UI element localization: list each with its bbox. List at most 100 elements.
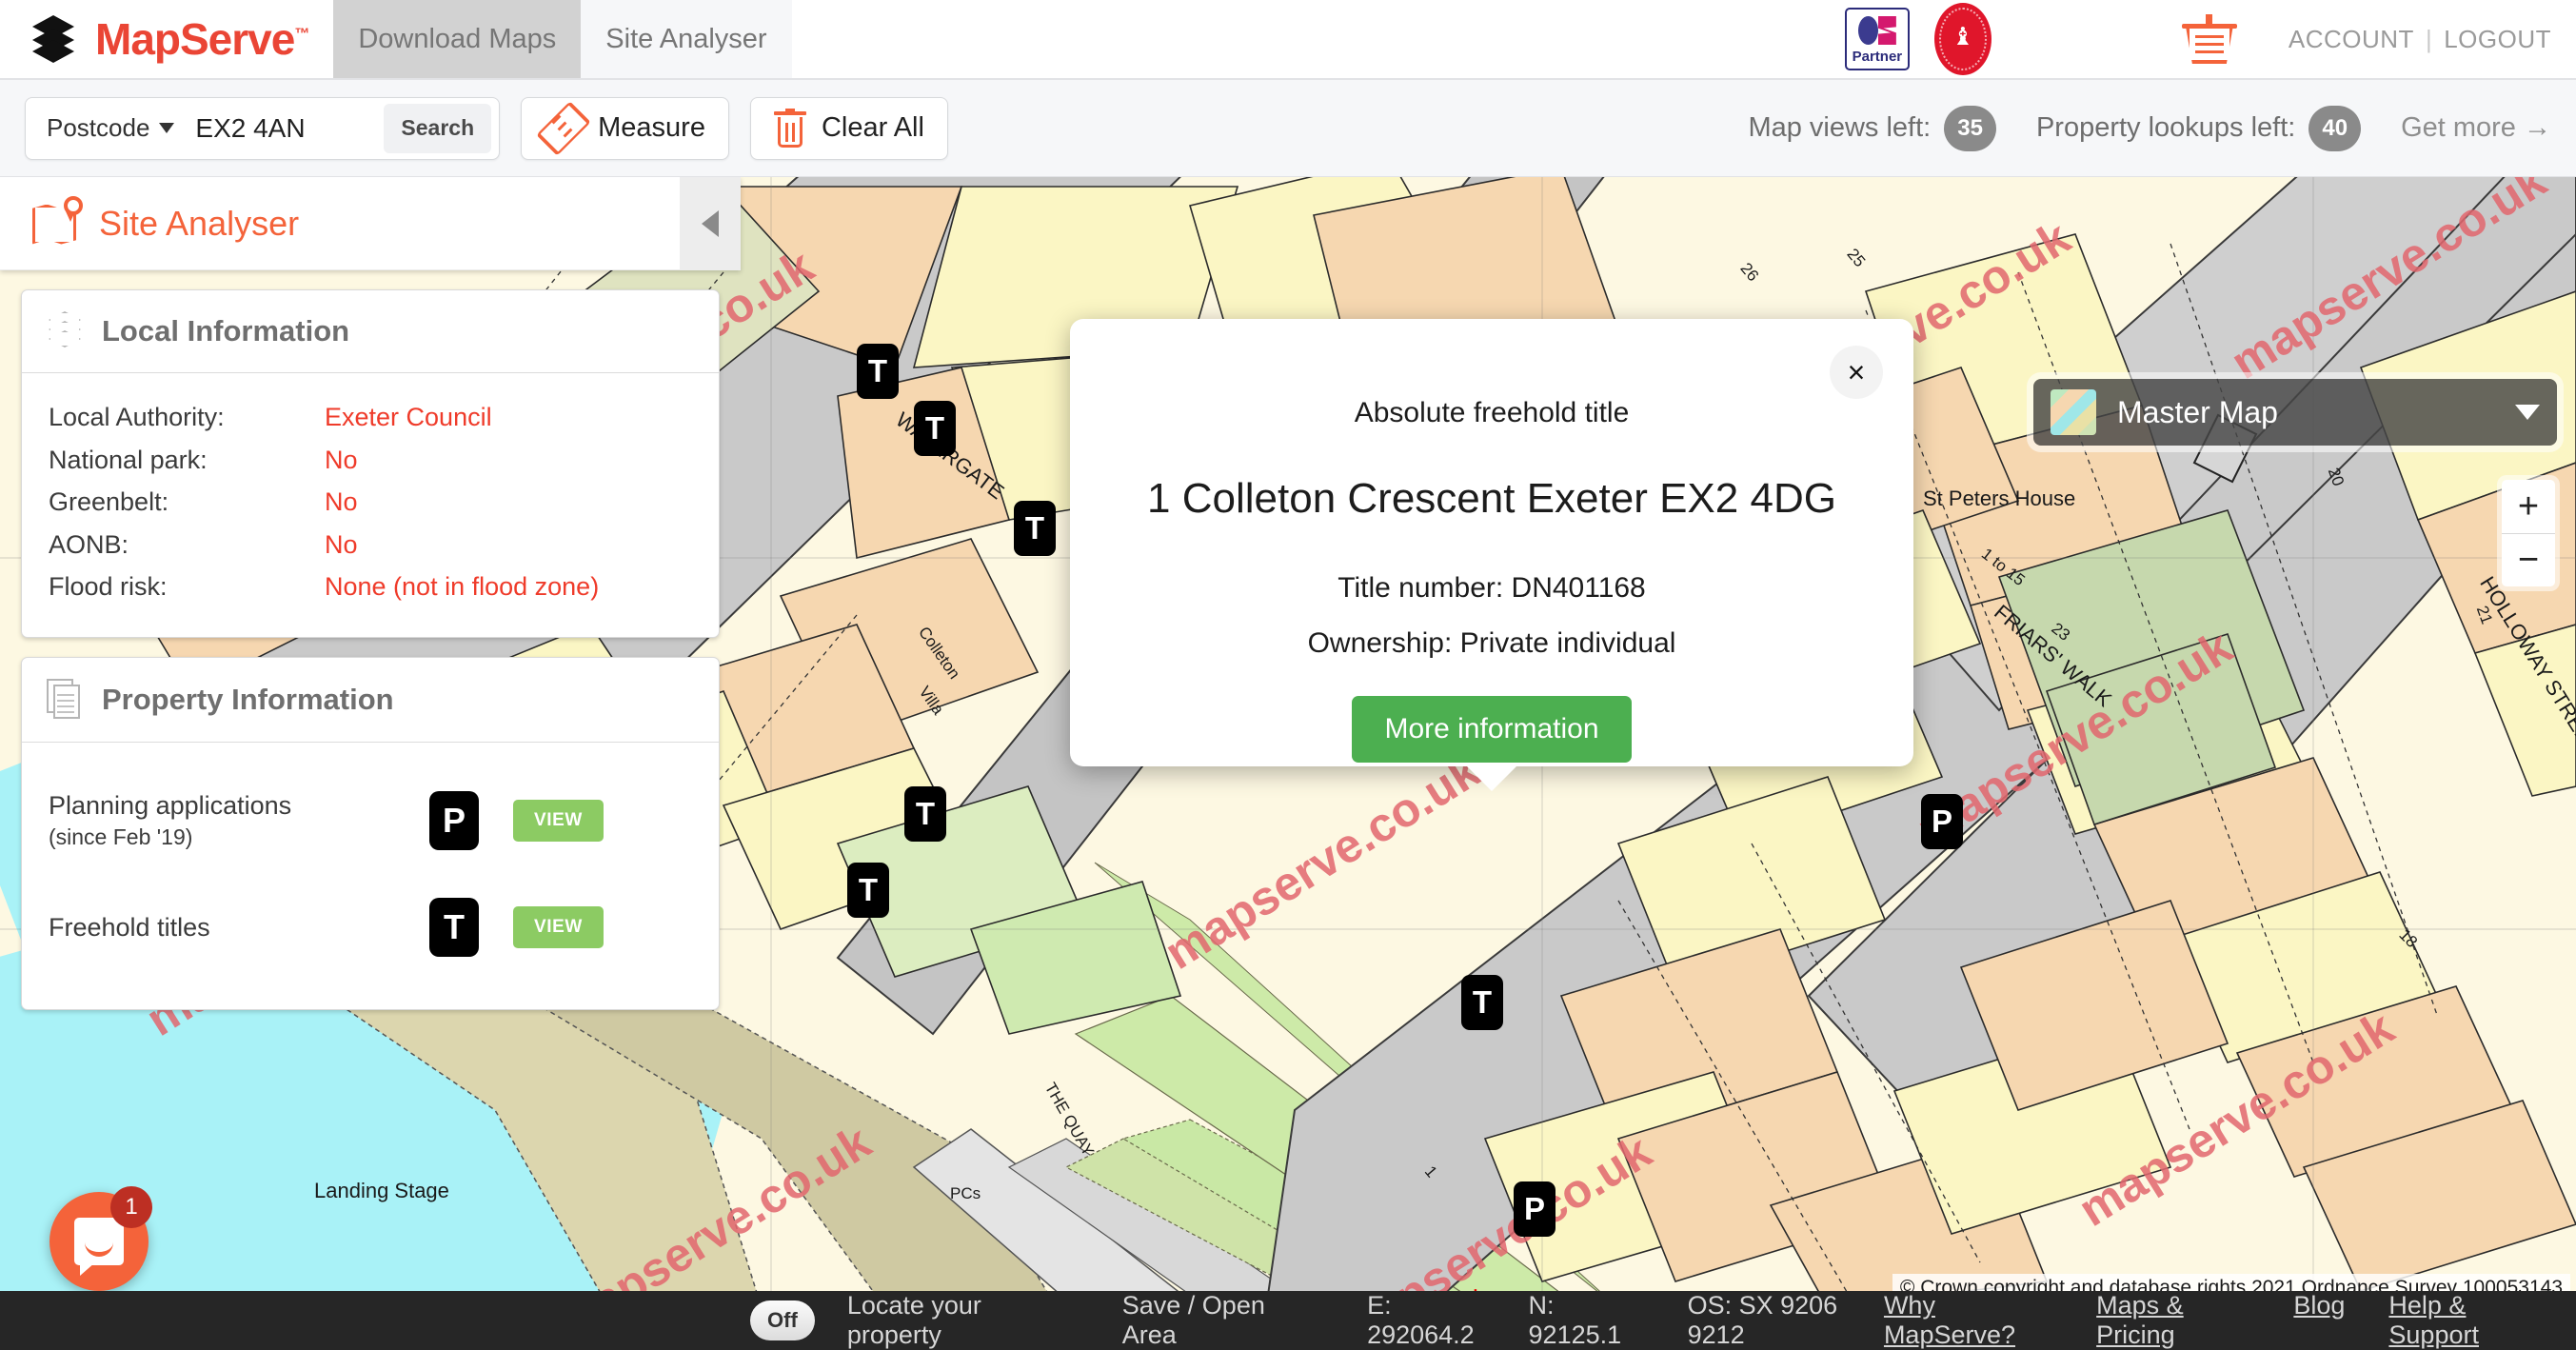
save-open-area-link[interactable]: Save / Open Area	[1122, 1291, 1308, 1350]
info-row: National park: No	[49, 439, 692, 482]
map-toolbar: Postcode Search Measure Clear All	[0, 80, 2576, 177]
get-more-link[interactable]: Get more →	[2401, 112, 2551, 144]
info-row: Greenbelt: No	[49, 481, 692, 524]
documents-icon	[47, 678, 85, 721]
title-popup: × Absolute freehold title 1 Colleton Cre…	[1070, 319, 1913, 791]
chevron-down-icon	[159, 123, 175, 133]
search-type-label: Postcode	[47, 113, 150, 142]
tab-site-analyser[interactable]: Site Analyser	[581, 0, 792, 78]
locate-property-label[interactable]: Locate your property	[847, 1291, 1063, 1350]
basemap-selector[interactable]: Master Map	[2033, 379, 2557, 446]
brand-logo[interactable]: MapServe™	[0, 0, 333, 78]
map-pin-icon	[32, 195, 83, 248]
planning-marker-icon: P	[429, 790, 479, 850]
basemap-label: Master Map	[2117, 394, 2278, 429]
map-views-label: Map views left:	[1748, 112, 1932, 143]
search-input[interactable]	[195, 97, 385, 159]
map-views-meter: Map views left: 35	[1748, 105, 1996, 151]
search-box: Postcode Search	[25, 96, 501, 160]
view-freehold-button[interactable]: VIEW	[513, 905, 604, 948]
map-marker-title[interactable]: T	[1014, 501, 1056, 556]
riba-cpd-seal-icon: ♝	[1933, 3, 1991, 75]
property-information-title: Property Information	[102, 682, 394, 716]
property-row-planning: Planning applications (since Feb '19) P …	[49, 767, 692, 874]
clear-all-label: Clear All	[821, 112, 924, 143]
logout-link[interactable]: LOGOUT	[2444, 25, 2551, 53]
basket-icon[interactable]	[2181, 12, 2237, 66]
map-marker-title[interactable]: T	[914, 401, 956, 456]
tab-download-maps[interactable]: Download Maps	[333, 0, 582, 78]
info-key: National park:	[49, 445, 208, 474]
property-information-body: Planning applications (since Feb '19) P …	[22, 743, 719, 1009]
chevron-down-icon	[2515, 405, 2540, 420]
info-row: AONB: No	[49, 524, 692, 566]
planning-applications-label: Planning applications	[49, 790, 292, 820]
property-row-label: Freehold titles	[49, 910, 429, 944]
blog-link[interactable]: Blog	[2293, 1291, 2345, 1350]
easting-value: E: 292064.2	[1367, 1291, 1475, 1349]
top-navigation-bar: MapServe™ Download Maps Site Analyser Pa…	[0, 0, 2576, 80]
layers-icon	[47, 311, 85, 351]
os-partner-logo-icon: Partner	[1844, 8, 1910, 70]
why-mapserve-link[interactable]: Why MapServe?	[1884, 1291, 2052, 1350]
map-marker-planning[interactable]: P	[1514, 1181, 1556, 1237]
trash-icon	[773, 108, 806, 149]
local-information-title: Local Information	[102, 314, 350, 347]
measure-button[interactable]: Measure	[521, 96, 729, 160]
zoom-in-button[interactable]: +	[2502, 480, 2555, 533]
popup-kicker: Absolute freehold title	[1354, 397, 1630, 428]
map-marker-title[interactable]: T	[904, 786, 946, 842]
os-grid-value: OS: SX 9206 9212	[1687, 1291, 1838, 1349]
clear-all-button[interactable]: Clear All	[749, 96, 948, 160]
info-value: Exeter Council	[325, 403, 492, 431]
maps-pricing-link[interactable]: Maps & Pricing	[2096, 1291, 2249, 1350]
info-row: Local Authority: Exeter Council	[49, 396, 692, 439]
map-views-count: 35	[1944, 105, 1996, 151]
map-marker-planning[interactable]: P	[1921, 794, 1963, 849]
search-type-dropdown[interactable]: Postcode	[26, 98, 195, 159]
usage-meters: Map views left: 35 Property lookups left…	[1748, 105, 2551, 151]
locate-property-toggle[interactable]: Off	[750, 1300, 815, 1340]
close-icon[interactable]: ×	[1830, 346, 1883, 399]
mapserve-app: MapServe™ Download Maps Site Analyser Pa…	[0, 0, 2576, 1350]
basemap-thumbnail-icon	[2051, 389, 2096, 435]
info-value: No	[325, 487, 358, 517]
os-partner-label: Partner	[1852, 49, 1903, 65]
planning-applications-sublabel: (since Feb '19)	[49, 824, 193, 850]
property-lookups-label: Property lookups left:	[2035, 112, 2296, 143]
site-analyser-sidebar: Site Analyser Local Information Local Au…	[0, 177, 741, 1029]
map-marker-title[interactable]: T	[847, 863, 889, 918]
more-information-button[interactable]: More information	[1352, 696, 1632, 763]
property-information-card: Property Information Planning applicatio…	[21, 656, 720, 1010]
intercom-chat-launcher[interactable]: 1	[50, 1186, 152, 1291]
property-lookups-count: 40	[2308, 105, 2362, 151]
ruler-icon	[536, 100, 591, 156]
property-information-header: Property Information	[22, 658, 719, 743]
local-information-header: Local Information	[22, 290, 719, 373]
chat-bubble-icon	[74, 1218, 124, 1265]
account-link[interactable]: ACCOUNT	[2289, 25, 2414, 53]
zoom-out-button[interactable]: −	[2502, 533, 2555, 586]
property-row-label: Planning applications (since Feb '19)	[49, 788, 429, 852]
account-logout-group[interactable]: ACCOUNT | LOGOUT	[2289, 25, 2551, 54]
property-row-freehold: Freehold titles T VIEW	[49, 874, 692, 981]
help-support-link[interactable]: Help & Support	[2388, 1291, 2544, 1350]
local-information-card: Local Information Local Authority: Exete…	[21, 289, 720, 638]
nav-right-group: Partner ♝ ACCOUNT | LOGOUT	[1844, 0, 2576, 78]
chevron-left-icon	[702, 210, 719, 237]
account-separator: |	[2425, 24, 2433, 53]
info-key: AONB:	[49, 529, 129, 559]
info-value: None (not in flood zone)	[325, 572, 600, 602]
sidebar-title: Site Analyser	[99, 203, 300, 243]
search-button[interactable]: Search	[384, 103, 492, 153]
view-planning-button[interactable]: VIEW	[513, 799, 604, 842]
info-row: Flood risk: None (not in flood zone)	[49, 566, 692, 608]
measure-label: Measure	[598, 112, 705, 143]
sidebar-header: Site Analyser	[0, 177, 741, 270]
map-marker-title-selected[interactable]: T	[1461, 975, 1503, 1030]
info-key: Local Authority:	[49, 403, 225, 431]
status-bar-links: Why MapServe? Maps & Pricing Blog Help &…	[1884, 1291, 2576, 1350]
map-marker-title[interactable]: T	[857, 344, 899, 399]
sidebar-collapse-button[interactable]	[680, 177, 741, 270]
local-information-body: Local Authority: Exeter Council National…	[22, 373, 719, 637]
